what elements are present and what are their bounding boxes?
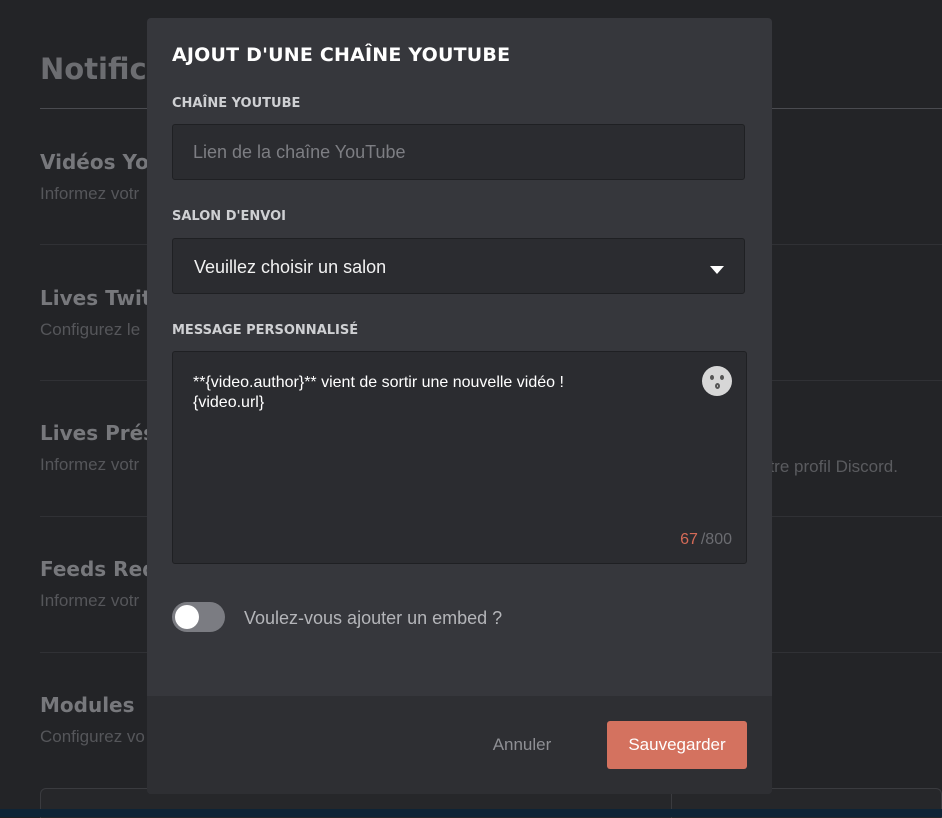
salon-select[interactable]: Veuillez choisir un salon (172, 238, 745, 294)
embed-toggle-label: Voulez-vous ajouter un embed ? (244, 608, 503, 628)
toggle-knob (175, 605, 199, 629)
salon-select-value: Veuillez choisir un salon (194, 257, 387, 277)
emoji-eye (720, 375, 724, 380)
add-youtube-channel-modal: AJOUT D'UNE CHAÎNE YOUTUBE CHAÎNE YOUTUB… (147, 18, 772, 794)
youtube-channel-input[interactable] (173, 125, 744, 179)
chevron-down-icon (710, 266, 724, 274)
character-max: /800 (700, 531, 732, 548)
salon-field-label: SALON D'ENVOI (172, 209, 286, 224)
emoji-eye (710, 375, 714, 380)
message-field-label: MESSAGE PERSONNALISÉ (172, 323, 359, 338)
channel-field-label: CHAÎNE YOUTUBE (172, 96, 301, 111)
modal-title: AJOUT D'UNE CHAÎNE YOUTUBE (172, 44, 511, 66)
custom-message-text: **{video.author}** vient de sortir une n… (193, 374, 564, 411)
custom-message-textarea[interactable]: **{video.author}** vient de sortir une n… (172, 351, 747, 564)
section-description-tail: otre profil Discord. (760, 457, 898, 476)
cancel-button[interactable]: Annuler (477, 725, 567, 765)
embed-toggle[interactable] (172, 602, 225, 632)
character-count: 67 (680, 531, 698, 548)
modal-footer: Annuler Sauvegarder (147, 696, 772, 794)
character-counter: 67/800 (680, 531, 732, 549)
channel-input-wrapper (172, 124, 745, 180)
emoji-mouth (715, 383, 720, 389)
kissing-face-icon[interactable] (702, 366, 732, 396)
taskbar (0, 809, 942, 817)
save-button[interactable]: Sauvegarder (607, 721, 747, 769)
